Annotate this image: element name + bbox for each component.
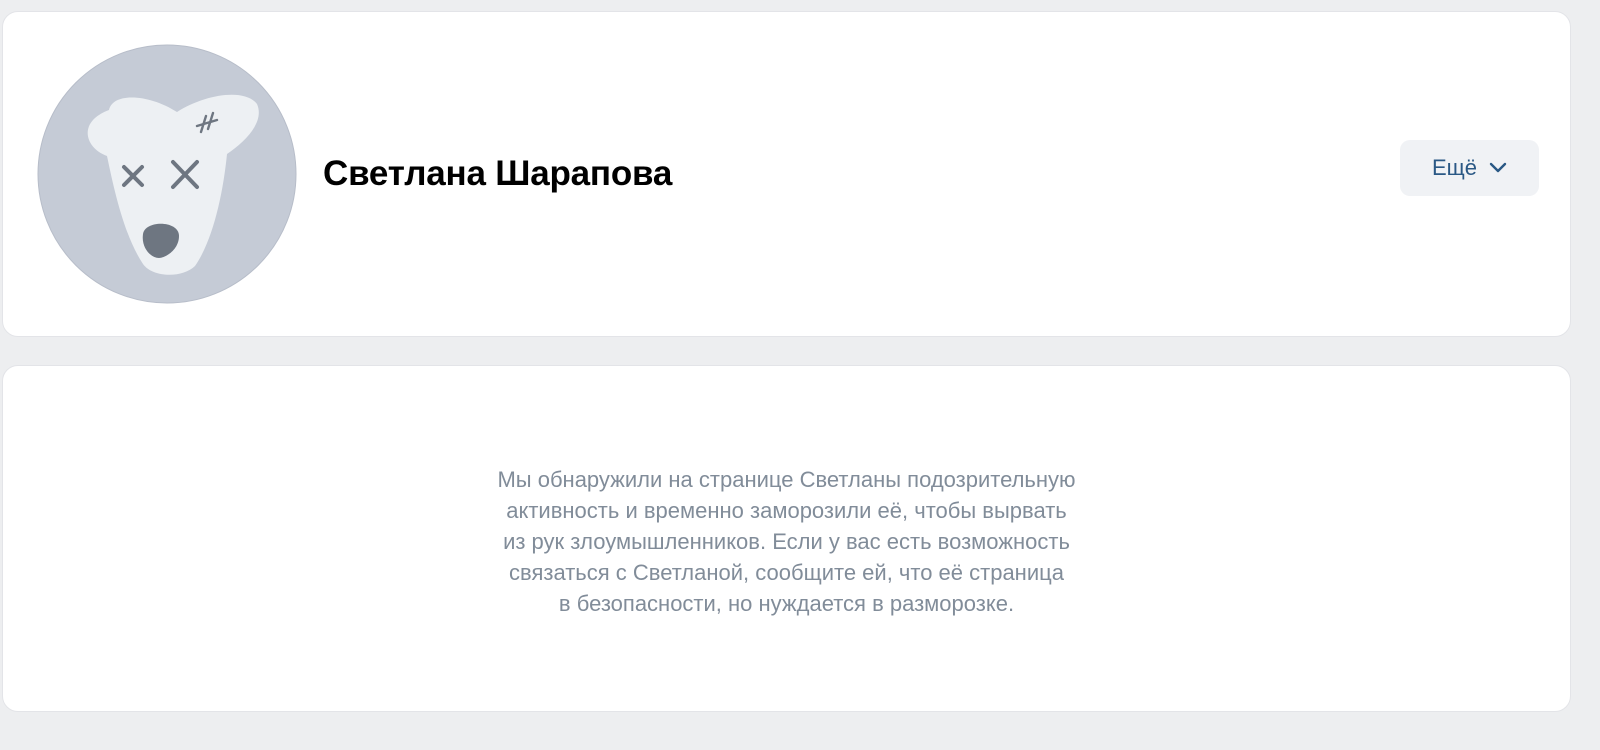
notice-line: активность и временно заморозили её, что… <box>506 498 1067 523</box>
notice-line: из рук злоумышленников. Если у вас есть … <box>503 529 1070 554</box>
frozen-notice-card: Мы обнаружили на странице Светланы подоз… <box>2 365 1571 712</box>
notice-line: связаться с Светланой, сообщите ей, что … <box>509 560 1064 585</box>
more-button[interactable]: Ещё <box>1400 140 1539 196</box>
frozen-notice-text: Мы обнаружили на странице Светланы подоз… <box>3 464 1570 619</box>
chevron-down-icon <box>1489 162 1507 174</box>
profile-name: Светлана Шарапова <box>323 154 673 193</box>
notice-line: в безопасности, но нуждается в разморозк… <box>558 591 1015 616</box>
profile-header-card: Светлана Шарапова Ещё <box>2 11 1571 337</box>
more-button-label: Ещё <box>1431 155 1477 180</box>
avatar[interactable] <box>37 44 297 304</box>
frozen-dog-avatar-icon <box>37 44 297 304</box>
notice-line: Мы обнаружили на странице Светланы подоз… <box>497 467 1076 492</box>
